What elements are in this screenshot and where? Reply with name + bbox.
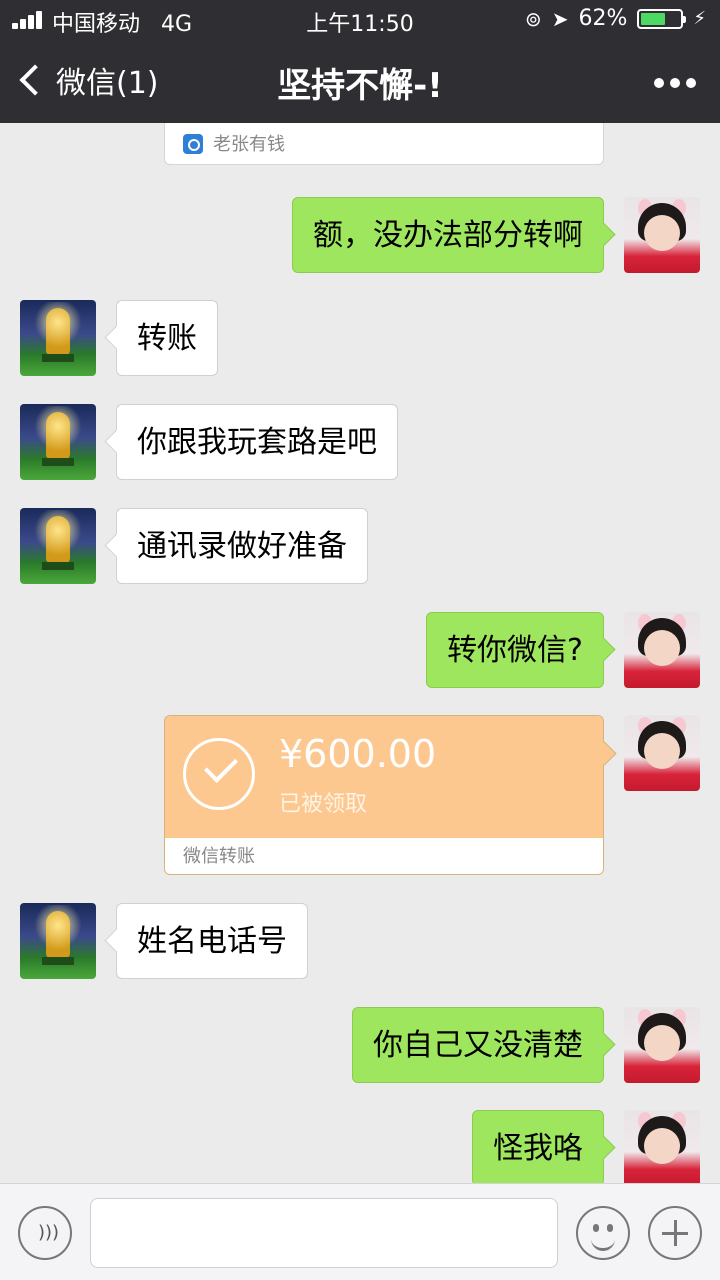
message-bubble[interactable]: 怪我咯: [472, 1110, 604, 1183]
transfer-card[interactable]: ¥600.00 已被领取 微信转账: [164, 715, 604, 875]
battery-percent: 62%: [578, 6, 628, 31]
charging-icon: ⚡: [693, 8, 706, 29]
top-bar: 中国移动 4G 上午11:50 ⊚ ➤ 62% ⚡ 微信(1) 坚持不懈-!: [0, 0, 720, 123]
shared-card-source: 老张有钱: [213, 134, 285, 155]
message-input[interactable]: [90, 1198, 558, 1268]
message-bubble[interactable]: 你跟我玩套路是吧: [116, 404, 398, 480]
chat-title: 坚持不懈-!: [277, 66, 443, 106]
message-bubble[interactable]: 额，没办法部分转啊: [292, 197, 604, 273]
emoji-icon[interactable]: [576, 1206, 630, 1260]
message-bubble[interactable]: 你自己又没清楚: [352, 1007, 604, 1083]
transfer-footer: 微信转账: [165, 838, 603, 874]
avatar[interactable]: [624, 715, 700, 791]
shared-card[interactable]: 老张有钱: [164, 123, 604, 165]
message-bubble[interactable]: 转账: [116, 300, 218, 376]
check-icon: [183, 738, 255, 810]
transfer-amount: ¥600.00: [279, 732, 437, 776]
battery-icon: [637, 8, 687, 29]
app-icon: [183, 134, 203, 154]
voice-icon[interactable]: ))): [18, 1206, 72, 1260]
avatar[interactable]: [20, 300, 96, 376]
avatar[interactable]: [20, 903, 96, 979]
plus-icon[interactable]: [648, 1206, 702, 1260]
message-bubble[interactable]: 转你微信?: [426, 612, 604, 688]
lock-rotation-icon: ⊚: [524, 6, 542, 31]
input-bar: ))): [0, 1183, 720, 1280]
avatar[interactable]: [20, 404, 96, 480]
avatar[interactable]: [624, 197, 700, 273]
location-icon: ➤: [551, 6, 569, 31]
message-bubble[interactable]: 通讯录做好准备: [116, 508, 368, 584]
nav-bar: 微信(1) 坚持不懈-!: [0, 40, 720, 123]
avatar[interactable]: [624, 1007, 700, 1083]
avatar[interactable]: [20, 508, 96, 584]
transfer-status: 已被领取: [279, 792, 368, 817]
more-icon[interactable]: [654, 78, 696, 88]
status-bar: 中国移动 4G 上午11:50 ⊚ ➤ 62% ⚡: [0, 0, 720, 40]
avatar[interactable]: [624, 612, 700, 688]
avatar[interactable]: [624, 1110, 700, 1183]
message-bubble[interactable]: 姓名电话号: [116, 903, 308, 979]
chat-area[interactable]: 老张有钱 额，没办法部分转啊 转账 你跟我玩套路是吧 通讯录做好准备 转你微信?…: [0, 123, 720, 1183]
